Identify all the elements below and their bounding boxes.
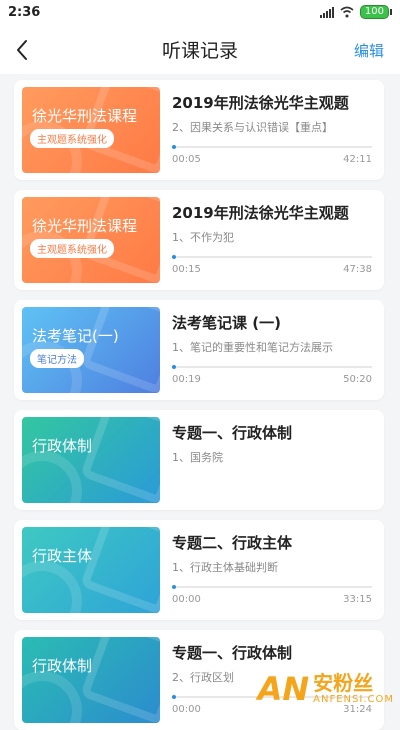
- lesson-subtitle: 1、笔记的重要性和笔记方法展示: [172, 341, 333, 354]
- thumbnail-tag: 主观题系统强化: [30, 239, 114, 258]
- course-title: 专题一、行政体制: [172, 644, 293, 662]
- lesson-subtitle: 1、国务院: [172, 451, 223, 464]
- current-time: 00:15: [172, 264, 201, 275]
- wifi-icon: [340, 6, 354, 18]
- battery-icon: 100: [359, 5, 392, 19]
- nav-bar: 听课记录 编辑: [0, 26, 400, 74]
- duration: 50:20: [343, 374, 372, 385]
- thumbnail-tag: 笔记方法: [30, 349, 84, 368]
- course-thumbnail: 行政体制: [22, 417, 160, 503]
- watermark-mark: AN: [257, 669, 310, 708]
- course-thumbnail: 行政体制: [22, 637, 160, 723]
- status-icons: 100: [319, 5, 392, 19]
- course-title: 专题二、行政主体: [172, 534, 293, 552]
- course-thumbnail: 行政主体: [22, 527, 160, 613]
- course-card[interactable]: 徐光华刑法课程 主观题系统强化 2019年刑法徐光华主观题 2、因果关系与认识错…: [14, 80, 384, 180]
- course-card[interactable]: 行政主体 专题二、行政主体 1、行政主体基础判断 00:00 33:15: [14, 520, 384, 620]
- course-thumbnail: 徐光华刑法课程 主观题系统强化: [22, 197, 160, 283]
- lesson-subtitle: 2、因果关系与认识错误【重点】: [172, 121, 333, 134]
- course-card[interactable]: 法考笔记(一) 笔记方法 法考笔记课 (一) 1、笔记的重要性和笔记方法展示 0…: [14, 300, 384, 400]
- course-card[interactable]: 徐光华刑法课程 主观题系统强化 2019年刑法徐光华主观题 1、不作为犯 00:…: [14, 190, 384, 290]
- course-card[interactable]: 行政体制 专题一、行政体制 1、国务院: [14, 410, 384, 510]
- progress-bar: [172, 585, 372, 589]
- course-title: 专题一、行政体制: [172, 424, 293, 442]
- duration: 47:38: [343, 264, 372, 275]
- course-thumbnail: 法考笔记(一) 笔记方法: [22, 307, 160, 393]
- current-time: 00:05: [172, 154, 201, 165]
- signal-icon: [319, 6, 334, 18]
- course-title: 2019年刑法徐光华主观题: [172, 94, 349, 112]
- thumbnail-title: 徐光华刑法课程: [32, 107, 138, 125]
- duration: 42:11: [343, 154, 372, 165]
- current-time: 00:00: [172, 594, 201, 605]
- thumbnail-tag: 主观题系统强化: [30, 129, 114, 148]
- edit-button[interactable]: 编辑: [354, 40, 384, 61]
- duration: 31:24: [343, 704, 372, 715]
- status-bar: 2:36 100: [0, 0, 400, 26]
- lesson-subtitle: 1、不作为犯: [172, 231, 234, 244]
- course-title: 2019年刑法徐光华主观题: [172, 204, 349, 222]
- progress-bar: [172, 255, 372, 259]
- current-time: 00:19: [172, 374, 201, 385]
- watermark-cn: 安粉丝: [313, 671, 374, 695]
- thumbnail-title: 徐光华刑法课程: [32, 217, 138, 235]
- watermark-logo: AN 安粉丝 ANFENSI.COM: [258, 672, 394, 705]
- course-thumbnail: 徐光华刑法课程 主观题系统强化: [22, 87, 160, 173]
- thumbnail-title: 法考笔记(一): [32, 327, 119, 345]
- watermark-en: ANFENSI.COM: [313, 694, 394, 705]
- status-time: 2:36: [8, 5, 41, 20]
- thumbnail-title: 行政体制: [32, 437, 93, 455]
- lesson-subtitle: 1、行政主体基础判断: [172, 561, 278, 574]
- course-title: 法考笔记课 (一): [172, 314, 281, 332]
- thumbnail-title: 行政体制: [32, 657, 93, 675]
- progress-bar: [172, 365, 372, 369]
- battery-level: 100: [359, 5, 389, 19]
- page-title: 听课记录: [161, 40, 238, 62]
- progress-bar: [172, 145, 372, 149]
- duration: 33:15: [343, 594, 372, 605]
- current-time: 00:00: [172, 704, 201, 715]
- thumbnail-title: 行政主体: [32, 547, 93, 565]
